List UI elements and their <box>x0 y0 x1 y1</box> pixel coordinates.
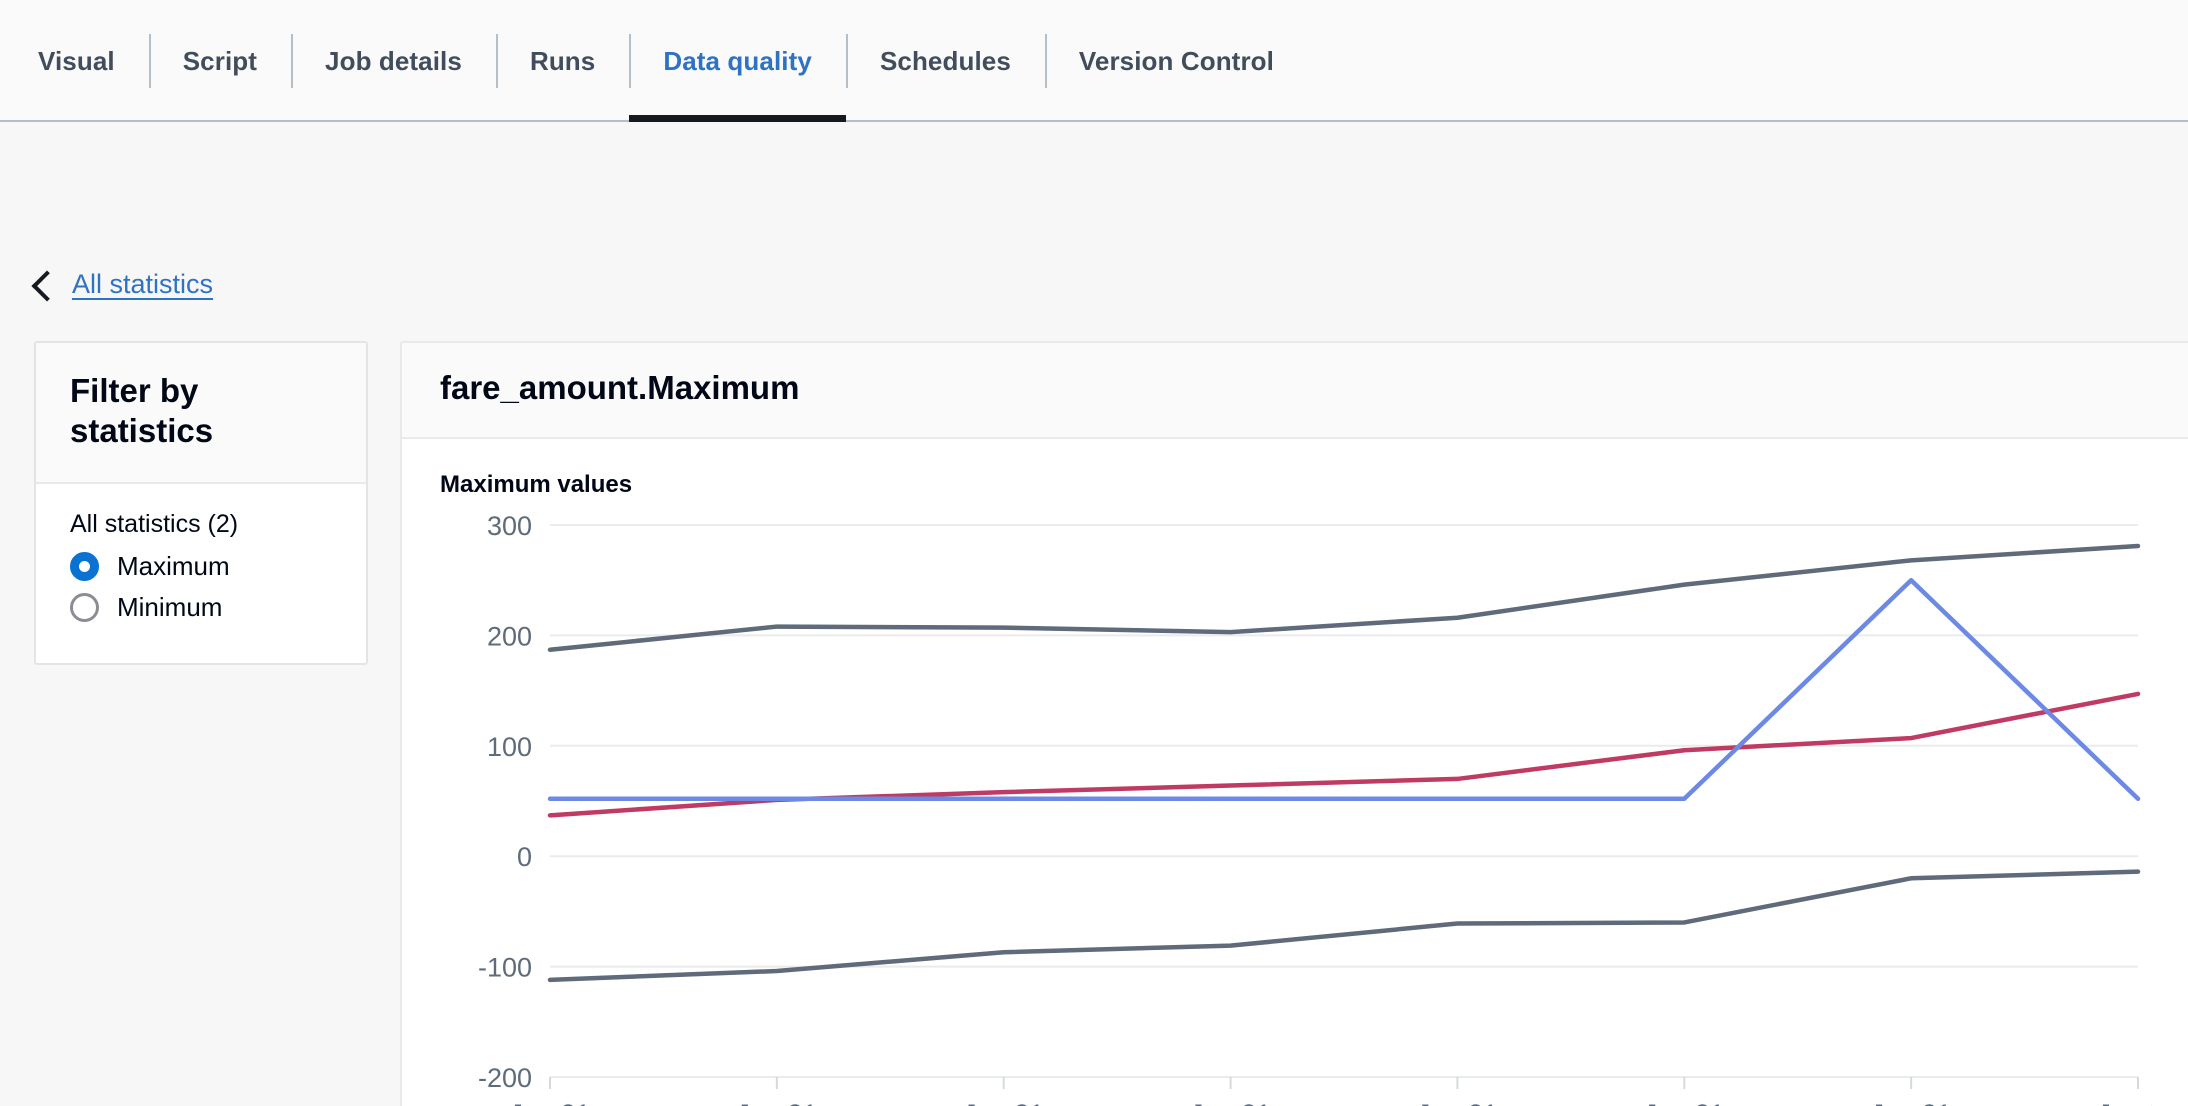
data-quality-page: All statistics Filter by statistics All … <box>0 122 2188 1106</box>
tab-data-quality[interactable]: Data quality <box>629 0 846 122</box>
tab-job-details[interactable]: Job details <box>291 0 496 122</box>
y-axis-tick-label: 0 <box>517 842 532 872</box>
statistic-chart-panel: fare_amount.Maximum Maximum values 300 20… <box>400 341 2188 1106</box>
tab-schedules[interactable]: Schedules <box>845 0 1045 122</box>
all-statistics-group-label: All statistics (2) <box>70 509 239 538</box>
tab-visual[interactable]: Visual <box>4 0 149 122</box>
x-axis-tick-label: Jun 21 <box>509 1099 590 1106</box>
radio-option-maximum[interactable]: Maximum <box>70 551 332 582</box>
chart-panel-body: Maximum values 3002001000-100-200Jun 211… <box>402 439 2188 1106</box>
radio-minimum-icon[interactable] <box>70 592 99 622</box>
line-chart-svg[interactable]: 3002001000-100-200Jun 2113:43:57Jun 2113… <box>440 509 2152 1106</box>
x-axis-tick-label: Jun 21 <box>1644 1099 1725 1106</box>
chart-panel-title: fare_amount.Maximum <box>440 369 800 406</box>
filter-card-body: All statistics (2) Maximum Minimum <box>36 484 366 663</box>
x-axis-tick-label: Jun 21 <box>963 1099 1044 1106</box>
tab-job-details-label: Job details <box>325 45 462 76</box>
radio-maximum-label: Maximum <box>117 550 230 581</box>
y-axis-tick-label: -200 <box>478 1063 532 1093</box>
x-axis-tick-label: Jun 21 <box>1417 1099 1498 1106</box>
tab-version-control-label: Version Control <box>1078 45 1274 76</box>
tab-runs[interactable]: Runs <box>495 0 629 122</box>
tab-visual-label: Visual <box>38 45 115 76</box>
chevron-left-icon <box>31 269 63 302</box>
y-axis-tick-label: 100 <box>487 732 532 762</box>
chart-subtitle: Maximum values <box>440 471 633 498</box>
y-axis-tick-label: 200 <box>487 621 532 651</box>
x-axis-tick-label: Jun 21 <box>2097 1099 2152 1106</box>
y-axis-tick-label: -100 <box>478 953 532 983</box>
filter-card-header: Filter by statistics <box>36 343 366 484</box>
x-axis-tick-label: Jun 21 <box>1871 1099 1952 1106</box>
tab-version-control[interactable]: Version Control <box>1044 0 1308 122</box>
radio-maximum-icon[interactable] <box>70 551 99 581</box>
radio-minimum-label: Minimum <box>117 591 223 622</box>
tab-schedules-label: Schedules <box>879 45 1011 76</box>
chart-panel-header: fare_amount.Maximum <box>402 343 2188 439</box>
x-axis-tick-label: Jun 21 <box>1190 1099 1271 1106</box>
tab-script[interactable]: Script <box>148 0 291 122</box>
radio-option-minimum[interactable]: Minimum <box>70 592 332 623</box>
breadcrumb[interactable]: All statistics <box>31 269 213 302</box>
tab-runs-label: Runs <box>529 45 596 76</box>
chart-series-line[interactable] <box>547 577 2141 802</box>
breadcrumb-all-statistics-link[interactable]: All statistics <box>72 269 213 300</box>
filter-card-title: Filter by statistics <box>70 372 214 450</box>
tab-data-quality-label: Data quality <box>663 45 812 76</box>
tab-script-label: Script <box>182 45 258 76</box>
chart-series-line[interactable] <box>547 543 2141 652</box>
line-chart[interactable]: 3002001000-100-200Jun 2113:43:57Jun 2113… <box>440 509 2152 1106</box>
chart-series-line[interactable] <box>547 869 2141 983</box>
x-axis-tick-label: Jun 21 <box>736 1099 817 1106</box>
job-tab-bar: Visual Script Job details Runs Data qual… <box>0 0 2188 122</box>
y-axis-tick-label: 300 <box>487 511 532 541</box>
filter-by-statistics-card: Filter by statistics All statistics (2) … <box>34 341 368 665</box>
